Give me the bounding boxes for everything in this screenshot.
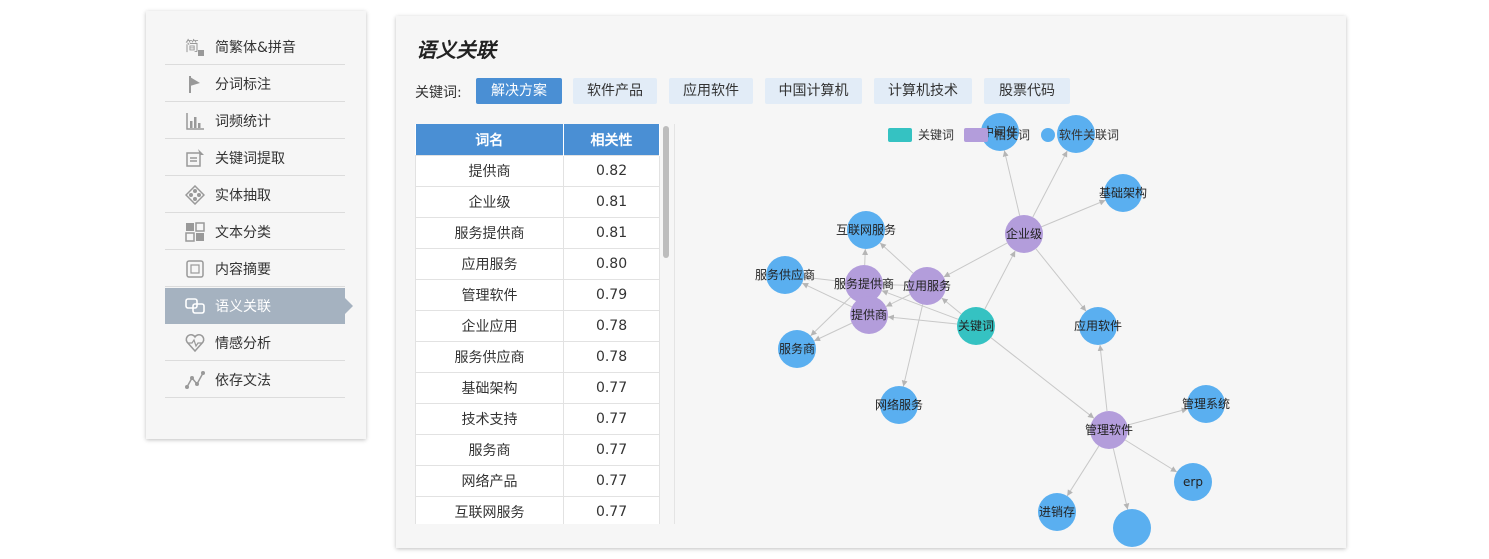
sidebar-item-segmentation[interactable]: 分词标注 [165,66,345,102]
heart-icon [184,332,206,354]
graph-edge [1127,407,1188,426]
sidebar-item-word-frequency[interactable]: 词频统计 [165,103,345,139]
sidebar-item-label: 实体抽取 [215,187,271,204]
graph-node-label: 企业级 [1006,226,1042,241]
sidebar-item-label: 内容摘要 [215,261,271,278]
dependency-icon [184,369,206,391]
graph-node[interactable]: 服务商 [778,330,816,368]
svg-text:简: 简 [185,38,199,55]
semantic-association-panel: 语义关联 关键词: 解决方案 软件产品 应用软件 中国计算机 计算机技术 股票代… [396,16,1346,548]
sidebar-item-label: 分词标注 [215,76,271,93]
sidebar-item-entity-extraction[interactable]: 实体抽取 [165,177,345,213]
graph-node-label: 管理系统 [1182,396,1230,411]
graph-node-label: 进销存 [1039,505,1075,519]
sidebar-item-semantic-association[interactable]: 语义关联 [165,288,353,324]
graph-canvas[interactable]: 关键词企业级应用服务服务提供商提供商管理软件中间件基础架构互联网服务服务供应商服… [396,16,1346,548]
graph-edge [1035,248,1087,312]
sidebar-item-label: 文本分类 [215,224,271,241]
sidebar-item-simplified-traditional[interactable]: 简 简繁体&拼音 [165,29,345,65]
graph-edge [879,242,914,274]
graph-edge [901,304,924,387]
semantic-graph: 关键词 企业级 应用服务 服务提供商 提供商 管理软件 中间件 基础架构 互联网服务 服务供应商服… [396,16,1346,548]
graph-edge [1112,448,1130,510]
graph-node[interactable]: 基础架构 [1099,174,1147,212]
graph-edge [984,250,1016,310]
keyword-extract-icon [184,147,206,169]
graph-node[interactable]: 互联网服务 [836,211,896,249]
sidebar-item-summary[interactable]: 内容摘要 [165,251,345,287]
sidebar-item-label: 词频统计 [215,113,271,130]
grid-icon [184,221,206,243]
graph-node-label: 服务提供商 [834,276,894,291]
simplified-traditional-icon: 简 [184,36,206,58]
legend-label: 关键词 [918,128,954,142]
graph-node[interactable]: 管理系统 [1182,385,1230,423]
legend-item[interactable]: 软件关联词 [1041,128,1119,142]
graph-edge [813,322,853,342]
legend-swatch [1041,128,1055,142]
graph-node-label: 应用软件 [1074,318,1122,333]
entity-icon [184,184,206,206]
graph-node-circle[interactable] [1113,509,1151,547]
graph-node-label: erp [1183,475,1203,489]
sidebar-item-sentiment[interactable]: 情感分析 [165,325,345,361]
graph-node-label: 基础架构 [1099,185,1147,200]
link-icon [184,295,206,317]
graph-edge [887,314,958,325]
graph-node-label: 服务商 [779,341,815,356]
bar-chart-icon [184,110,206,132]
sidebar-item-label: 简繁体&拼音 [215,39,296,56]
graph-edge [1124,439,1178,473]
sidebar-item-keyword-extraction[interactable]: 关键词提取 [165,140,345,176]
legend-swatch [888,128,912,142]
graph-node-label: 管理软件 [1085,422,1133,437]
graph-node-label: 互联网服务 [836,222,896,237]
graph-node[interactable]: 应用软件 [1074,307,1122,345]
sidebar-item-text-classification[interactable]: 文本分类 [165,214,345,250]
graph-edge [941,297,962,315]
sidebar-item-label: 依存文法 [215,372,271,389]
legend-label: 相关词 [994,128,1030,142]
graph-edge [990,337,1095,419]
flag-icon [184,73,206,95]
graph-node[interactable]: 企业级 [1005,215,1043,253]
graph-node[interactable]: 进销存 [1038,493,1076,531]
legend-label: 软件关联词 [1059,128,1119,142]
graph-edge [1002,150,1021,216]
graph-edge [1041,199,1106,228]
legend-item[interactable]: 关键词 [888,128,954,142]
graph-edge [1097,344,1108,412]
legend-swatch [964,128,988,142]
graph-edge [862,248,869,266]
graph-node-label: 提供商 [851,307,887,322]
graph-edge [943,242,1008,278]
sidebar-item-label: 情感分析 [215,335,271,352]
sidebar: 简 简繁体&拼音 分词标注 词频统计 关键词提取 实体抽取 文本分类 内容摘要 … [146,11,366,439]
graph-edge [1066,445,1100,497]
sidebar-item-label: 关键词提取 [215,150,285,167]
graph-node-label: 关键词 [958,319,994,333]
graph-node[interactable]: erp [1174,463,1212,501]
sidebar-item-dependency[interactable]: 依存文法 [165,362,345,398]
graph-node-label: 应用服务 [903,278,951,293]
graph-node-label: 网络服务 [875,397,923,412]
graph-node-label: 服务供应商 [755,267,815,282]
sidebar-item-label: 语义关联 [215,298,271,315]
graph-node[interactable]: 关键词 [957,307,995,345]
legend-item[interactable]: 相关词 [964,128,1030,142]
graph-node[interactable]: 服务供应商 [755,256,815,294]
graph-node[interactable] [1113,509,1151,547]
summary-icon [184,258,206,280]
graph-node[interactable]: 提供商 [850,296,888,334]
graph-edge [1032,150,1068,218]
graph-node[interactable]: 网络服务 [875,386,923,424]
